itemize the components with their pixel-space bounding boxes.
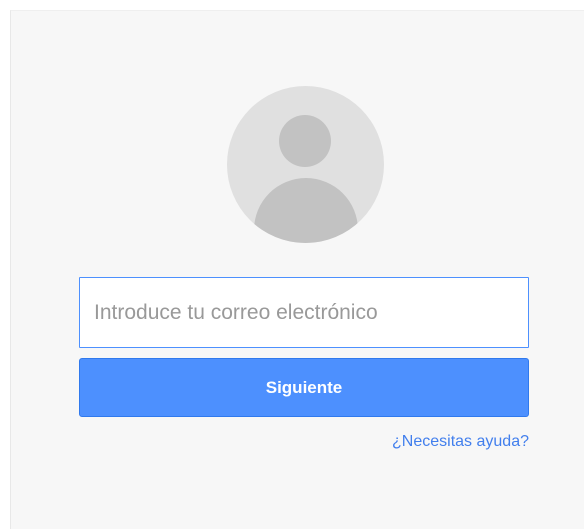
next-button[interactable]: Siguiente [79, 358, 529, 417]
email-input[interactable] [79, 277, 529, 348]
login-card: Siguiente ¿Necesitas ayuda? [10, 10, 584, 529]
user-avatar-icon [227, 86, 384, 243]
avatar-head-shape [279, 115, 331, 167]
help-link[interactable]: ¿Necesitas ayuda? [392, 433, 529, 451]
avatar-body-shape [254, 178, 358, 243]
